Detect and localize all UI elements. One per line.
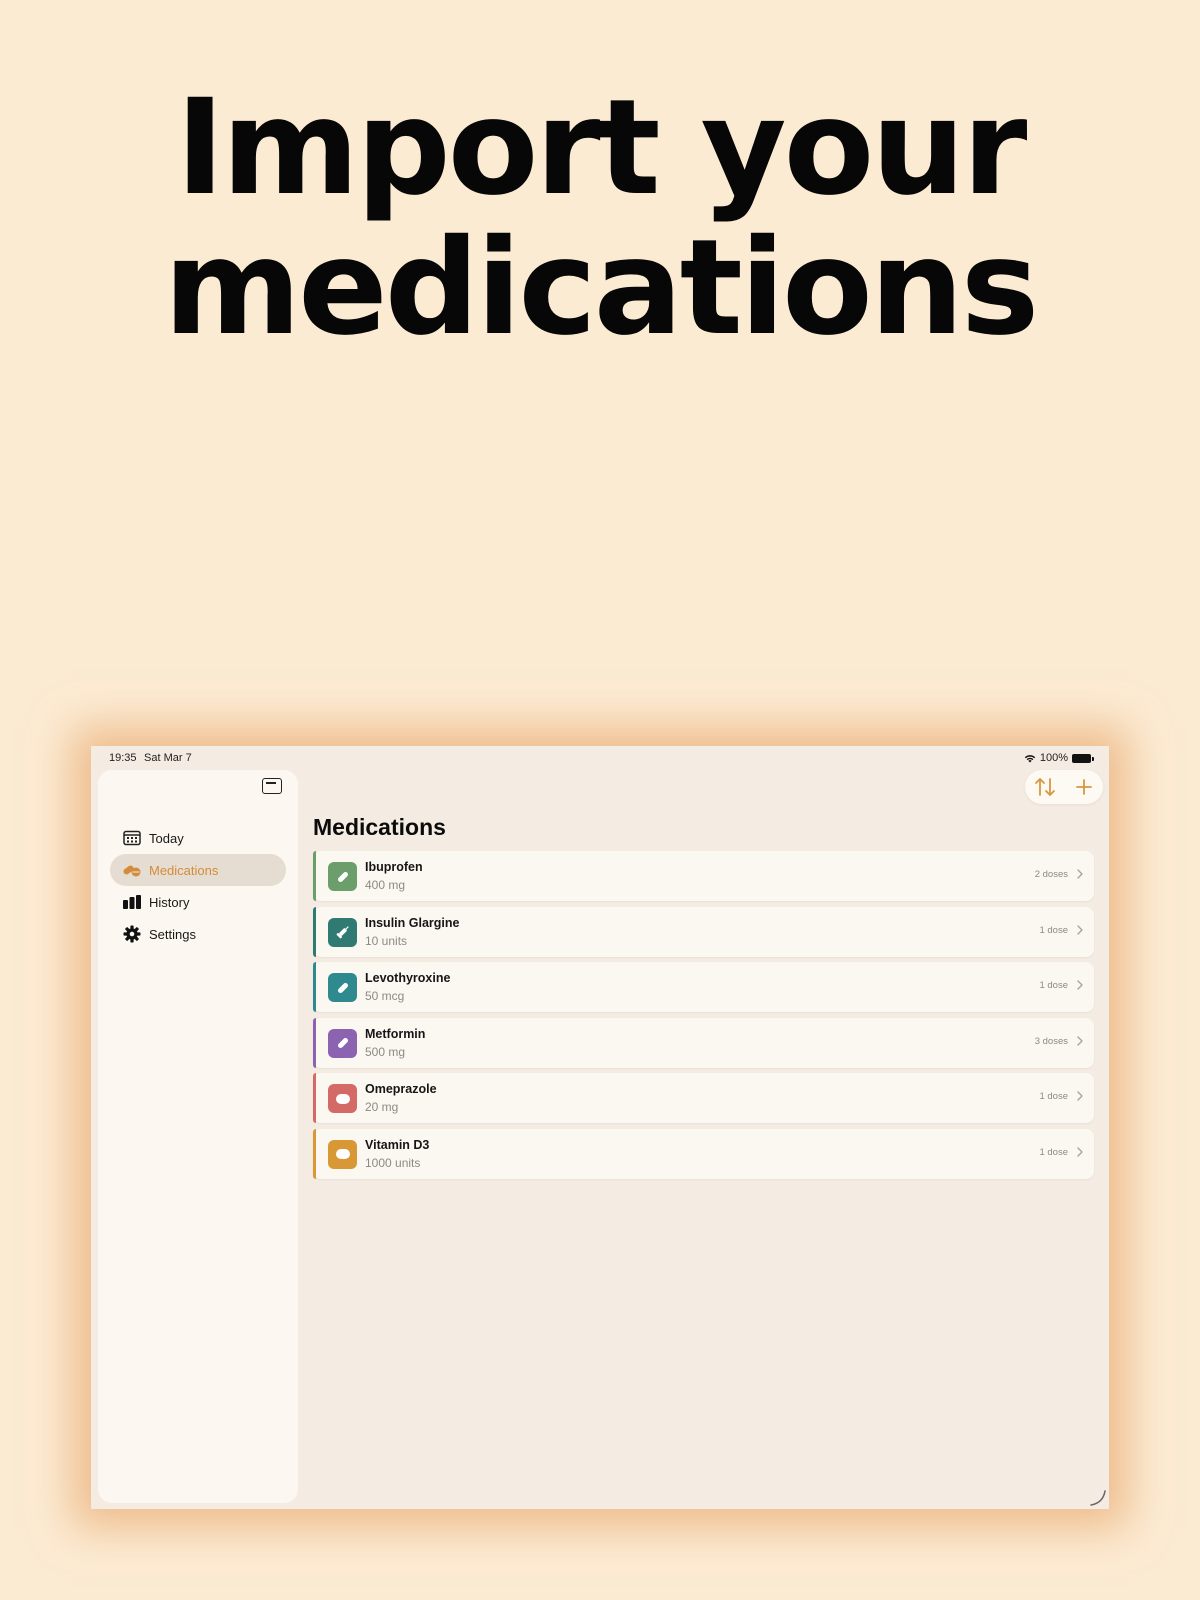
dose-count: 2 doses <box>1034 869 1068 880</box>
sidebar-item-today[interactable]: Today <box>110 822 286 854</box>
sidebar-item-label: History <box>149 894 190 910</box>
resize-handle-icon[interactable] <box>1089 1489 1107 1507</box>
page-title: Medications <box>313 814 446 840</box>
add-button[interactable] <box>1070 773 1098 801</box>
ipad-screen: 19:35 Sat Mar 7 100% Today Medications H… <box>91 746 1109 1509</box>
sort-arrows-icon <box>1034 778 1055 796</box>
sort-button[interactable] <box>1031 773 1059 801</box>
color-stripe <box>313 851 316 901</box>
medication-row[interactable]: Omeprazole 20 mg 1 dose <box>313 1073 1094 1124</box>
chevron-right-icon <box>1077 1147 1083 1157</box>
battery-icon <box>1072 753 1094 763</box>
sidebar: Today Medications History Settings <box>98 770 298 1503</box>
chevron-right-icon <box>1077 924 1083 935</box>
calendar-icon <box>122 828 142 848</box>
headline: Import your medications <box>0 78 1200 358</box>
wifi-icon <box>1024 754 1036 762</box>
medication-name: Insulin Glargine <box>365 915 460 930</box>
medication-row[interactable]: Vitamin D3 1000 units 1 dose <box>313 1128 1094 1179</box>
sidebar-item-label: Today <box>149 830 184 846</box>
color-stripe <box>313 906 316 957</box>
dose-count: 1 dose <box>1039 1146 1068 1158</box>
medication-row[interactable]: Levothyroxine 50 mcg 1 dose <box>313 962 1094 1013</box>
sidebar-item-label: Medications <box>149 862 219 878</box>
status-date: Sat Mar 7 <box>144 752 192 764</box>
sidebar-item-history[interactable]: History <box>110 886 286 918</box>
medication-list: Ibuprofen 400 mg 2 doses Insulin Glargine 10… <box>313 851 1094 1185</box>
syringe-icon <box>328 917 357 947</box>
sidebar-toggle-icon[interactable] <box>262 778 282 794</box>
sidebar-item-label: Settings <box>149 926 196 942</box>
color-stripe <box>313 962 316 1013</box>
chevron-right-icon <box>1077 980 1083 990</box>
color-stripe <box>313 1017 316 1068</box>
bar-chart-icon <box>122 892 142 912</box>
pill-icon <box>328 1028 357 1058</box>
headline-line-1: Import your <box>175 71 1028 225</box>
gear-icon <box>122 924 142 944</box>
medication-dose: 10 units <box>365 933 408 948</box>
pill-icon <box>328 973 357 1003</box>
pills-icon <box>122 860 142 880</box>
medication-name: Levothyroxine <box>365 971 451 986</box>
medication-name: Metformin <box>365 1026 426 1041</box>
medication-name: Ibuprofen <box>365 860 423 874</box>
medication-name: Vitamin D3 <box>365 1137 430 1152</box>
dose-count: 1 dose <box>1039 924 1068 936</box>
sidebar-item-settings[interactable]: Settings <box>110 918 286 950</box>
medication-dose: 50 mcg <box>365 989 405 1004</box>
dose-count: 1 dose <box>1039 1091 1068 1103</box>
toolbar <box>1025 770 1103 804</box>
status-right: 100% <box>1024 752 1094 764</box>
tablet-icon <box>328 1084 357 1114</box>
pill-icon <box>328 862 357 891</box>
medication-row[interactable]: Metformin 500 mg 3 doses <box>313 1017 1094 1068</box>
sidebar-nav: Today Medications History Settings <box>110 822 286 950</box>
medication-row[interactable]: Ibuprofen 400 mg 2 doses <box>313 851 1094 901</box>
medication-name: Omeprazole <box>365 1082 437 1097</box>
plus-icon <box>1075 779 1092 795</box>
color-stripe <box>313 1073 316 1124</box>
status-time: 19:35 <box>109 752 137 764</box>
chevron-right-icon <box>1077 1091 1083 1102</box>
sidebar-item-medications[interactable]: Medications <box>110 854 286 886</box>
dose-count: 1 dose <box>1039 980 1068 992</box>
chevron-right-icon <box>1077 1036 1083 1046</box>
medication-dose: 400 mg <box>365 878 406 892</box>
battery-percent: 100% <box>1039 752 1068 764</box>
medication-row[interactable]: Insulin Glargine 10 units 1 dose <box>313 906 1094 957</box>
medication-dose: 1000 units <box>365 1155 421 1170</box>
chevron-right-icon <box>1077 869 1083 879</box>
tablet-icon <box>328 1139 357 1169</box>
dose-count: 3 doses <box>1034 1035 1068 1047</box>
status-bar: 19:35 Sat Mar 7 100% <box>91 746 1109 770</box>
medication-dose: 500 mg <box>365 1044 406 1059</box>
medication-dose: 20 mg <box>365 1100 399 1115</box>
color-stripe <box>313 1128 316 1179</box>
headline-line-2: medications <box>163 211 1040 365</box>
